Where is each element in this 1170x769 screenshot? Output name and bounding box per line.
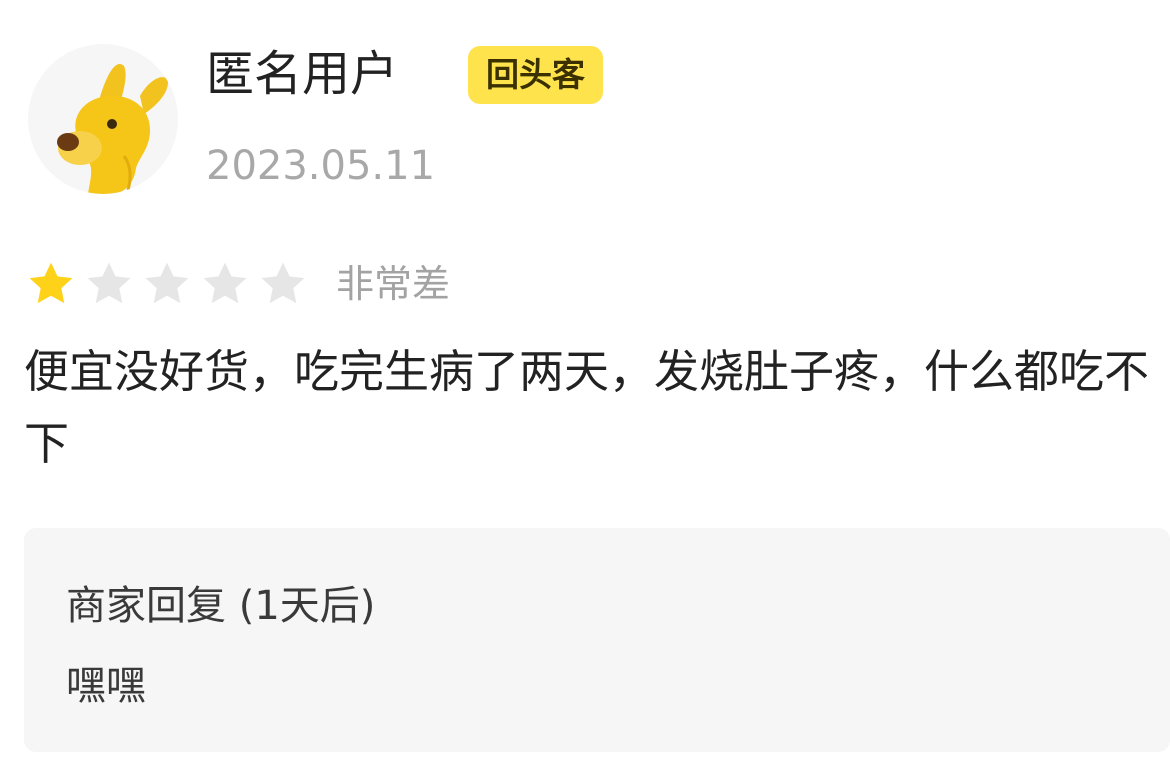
merchant-reply-text: 嘿嘿	[66, 663, 146, 709]
star-icon-2	[87, 262, 131, 304]
star-rating: 非常差	[24, 256, 450, 312]
review-content: 便宜没好货，吃完生病了两天，发烧肚子疼，什么都吃不下	[24, 345, 1150, 470]
star-icon-4	[203, 262, 247, 304]
username: 匿名用户	[206, 46, 399, 102]
yellow-dog-avatar-icon	[57, 63, 168, 194]
star-icon-1	[29, 262, 73, 304]
rating-label: 非常差	[336, 262, 451, 306]
merchant-reply: 商家回复 (1天后) 嘿嘿	[24, 528, 1170, 752]
review-card: 匿名用户 回头客 2023.05.11 非常差 便宜没好货，吃完生病了两天，发烧…	[0, 0, 1170, 769]
merchant-reply-title: 商家回复 (1天后)	[66, 583, 376, 629]
review-date: 2023.05.11	[206, 143, 436, 189]
star-icon-5	[261, 262, 305, 304]
returning-customer-badge: 回头客	[468, 46, 603, 104]
star-icon-3	[145, 262, 189, 304]
user-avatar[interactable]	[28, 44, 178, 194]
